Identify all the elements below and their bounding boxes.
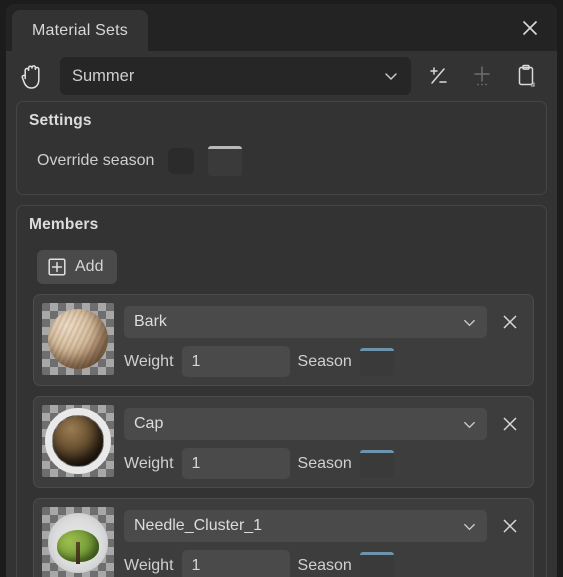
member-thumbnail[interactable] bbox=[42, 405, 114, 477]
close-icon bbox=[500, 516, 520, 536]
add-member-label: Add bbox=[75, 258, 103, 276]
season-slot[interactable] bbox=[360, 450, 394, 478]
settings-group: Settings Override season bbox=[16, 101, 547, 195]
clipboard-button[interactable] bbox=[509, 59, 543, 93]
close-icon bbox=[500, 312, 520, 332]
member-material-row: Needle_Cluster_1 bbox=[124, 510, 525, 542]
season-label: Season bbox=[298, 557, 352, 575]
remove-member-button[interactable] bbox=[495, 409, 525, 439]
close-icon bbox=[500, 414, 520, 434]
cap-sphere-preview bbox=[53, 416, 103, 466]
member-attributes-row: Weight Season bbox=[124, 448, 525, 479]
set-toolbar: Summer bbox=[6, 51, 557, 101]
member-row: Needle_Cluster_1 bbox=[33, 498, 534, 577]
add-member-button[interactable]: Add bbox=[37, 250, 117, 284]
tab-material-sets[interactable]: Material Sets bbox=[12, 10, 148, 51]
plus-minus-button[interactable] bbox=[421, 59, 455, 93]
bark-sphere-preview bbox=[48, 309, 108, 369]
material-set-value: Summer bbox=[72, 67, 134, 86]
member-material-row: Bark bbox=[124, 306, 525, 338]
season-label: Season bbox=[298, 353, 352, 371]
clipboard-icon bbox=[513, 63, 539, 89]
override-season-label: Override season bbox=[37, 152, 154, 170]
weight-label: Weight bbox=[124, 557, 174, 575]
member-attributes-row: Weight Season bbox=[124, 550, 525, 577]
weight-label: Weight bbox=[124, 455, 174, 473]
close-icon bbox=[520, 18, 540, 38]
member-thumbnail[interactable] bbox=[42, 303, 114, 375]
add-dotted-icon bbox=[469, 63, 495, 89]
override-season-row: Override season bbox=[29, 146, 534, 176]
member-material-row: Cap bbox=[124, 408, 525, 440]
member-row: Cap bbox=[33, 396, 534, 488]
remove-member-button[interactable] bbox=[495, 307, 525, 337]
weight-input[interactable] bbox=[182, 448, 290, 479]
weight-label: Weight bbox=[124, 353, 174, 371]
member-material-select[interactable]: Bark bbox=[124, 306, 487, 338]
member-material-select[interactable]: Needle_Cluster_1 bbox=[124, 510, 487, 542]
tab-label: Material Sets bbox=[32, 22, 128, 40]
chevron-down-icon bbox=[462, 417, 477, 432]
members-group: Members Add Bark bbox=[16, 205, 547, 577]
override-season-slot[interactable] bbox=[208, 146, 242, 176]
chevron-down-icon bbox=[462, 315, 477, 330]
hand-glyph-icon bbox=[19, 61, 47, 91]
titlebar: Material Sets bbox=[6, 4, 557, 51]
plus-box-icon bbox=[48, 258, 66, 276]
member-attributes-row: Weight Season bbox=[124, 346, 525, 377]
season-slot[interactable] bbox=[360, 552, 394, 577]
member-row: Bark bbox=[33, 294, 534, 386]
needle-cluster-sphere-preview bbox=[48, 513, 108, 573]
member-material-value: Needle_Cluster_1 bbox=[134, 517, 262, 535]
settings-title: Settings bbox=[29, 112, 534, 130]
remove-member-button[interactable] bbox=[495, 511, 525, 541]
panel-right-edge bbox=[557, 4, 563, 577]
add-new-set-button[interactable] bbox=[465, 59, 499, 93]
member-fields: Cap bbox=[124, 405, 525, 479]
material-set-select[interactable]: Summer bbox=[60, 57, 411, 95]
material-sets-panel: Material Sets Summer bbox=[0, 4, 563, 577]
member-fields: Bark bbox=[124, 303, 525, 377]
panel-body: Summer bbox=[6, 51, 557, 577]
member-material-select[interactable]: Cap bbox=[124, 408, 487, 440]
plus-minus-icon bbox=[425, 63, 451, 89]
member-fields: Needle_Cluster_1 bbox=[124, 507, 525, 577]
member-material-value: Cap bbox=[134, 415, 163, 433]
override-season-checkbox[interactable] bbox=[168, 148, 194, 174]
chevron-down-icon bbox=[462, 519, 477, 534]
member-material-value: Bark bbox=[134, 313, 167, 331]
weight-input[interactable] bbox=[182, 550, 290, 577]
close-button[interactable] bbox=[517, 15, 543, 41]
member-thumbnail[interactable] bbox=[42, 507, 114, 577]
chevron-down-icon bbox=[383, 68, 399, 84]
season-label: Season bbox=[298, 455, 352, 473]
season-slot[interactable] bbox=[360, 348, 394, 376]
members-title: Members bbox=[29, 216, 534, 234]
hand-icon[interactable] bbox=[16, 59, 50, 93]
weight-input[interactable] bbox=[182, 346, 290, 377]
